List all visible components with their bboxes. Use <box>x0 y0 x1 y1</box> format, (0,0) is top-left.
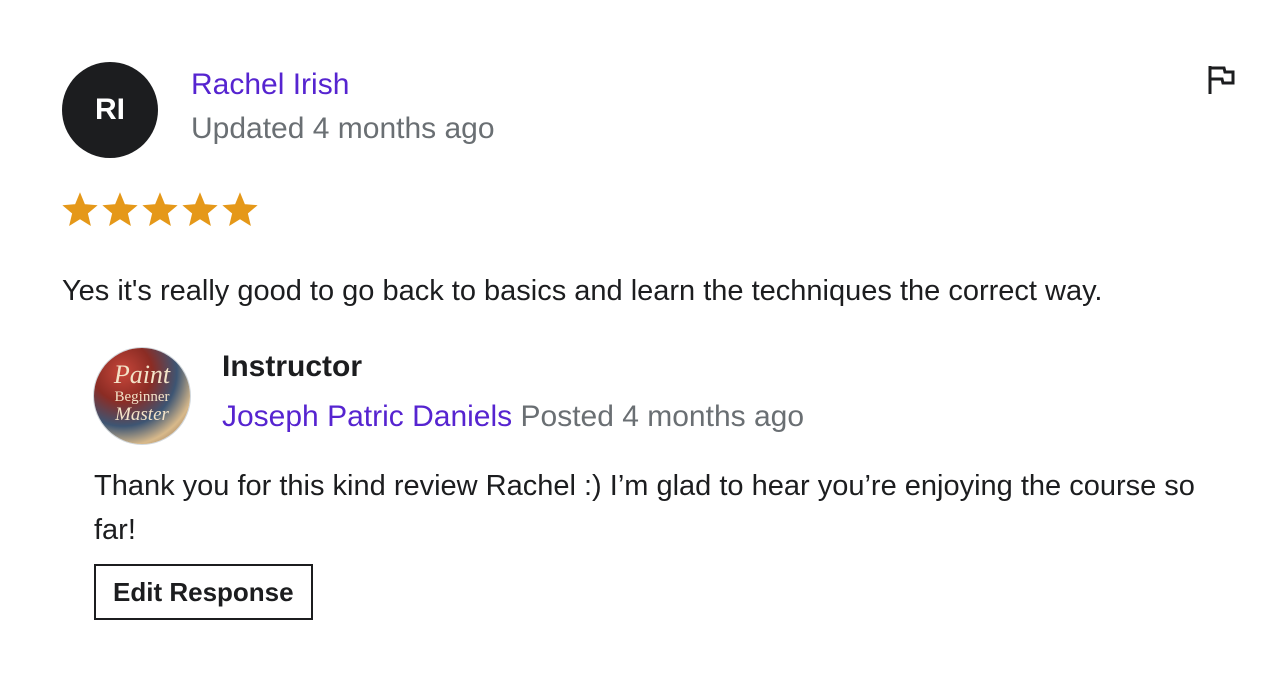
avatar-logo-line-2: Beginner <box>114 389 170 405</box>
review-text: Yes it's really good to go back to basic… <box>62 275 1103 307</box>
review-header: RI Rachel Irish Updated 4 months ago <box>62 62 1235 158</box>
reviewer-avatar: RI <box>62 62 158 158</box>
star-icon <box>222 192 258 226</box>
instructor-name-link[interactable]: Joseph Patric Daniels <box>222 400 512 433</box>
response-text: Thank you for this kind review Rachel :)… <box>94 470 1195 546</box>
review-date: Updated 4 months ago <box>191 112 495 145</box>
instructor-avatar-logo: Paint Beginner Master <box>94 360 190 425</box>
avatar-logo-line-3: Master <box>115 404 169 425</box>
star-icon <box>62 192 98 226</box>
star-icon <box>142 192 178 226</box>
instructor-byline: Joseph Patric Daniels Posted 4 months ag… <box>222 400 804 434</box>
response-date: Posted 4 months ago <box>520 400 805 433</box>
instructor-avatar: Paint Beginner Master <box>94 348 190 444</box>
star-rating <box>62 192 258 228</box>
edit-response-button[interactable]: Edit Response <box>94 564 313 620</box>
star-icon <box>182 192 218 226</box>
reviewer-name-link[interactable]: Rachel Irish <box>191 68 349 102</box>
avatar-logo-line-1: Paint <box>113 360 171 389</box>
reviewer-initials: RI <box>95 93 125 126</box>
review-card: RI Rachel Irish Updated 4 months ago Yes… <box>62 62 1235 307</box>
instructor-label: Instructor <box>222 350 363 383</box>
star-icon <box>102 192 138 226</box>
flag-icon[interactable] <box>1206 64 1236 96</box>
